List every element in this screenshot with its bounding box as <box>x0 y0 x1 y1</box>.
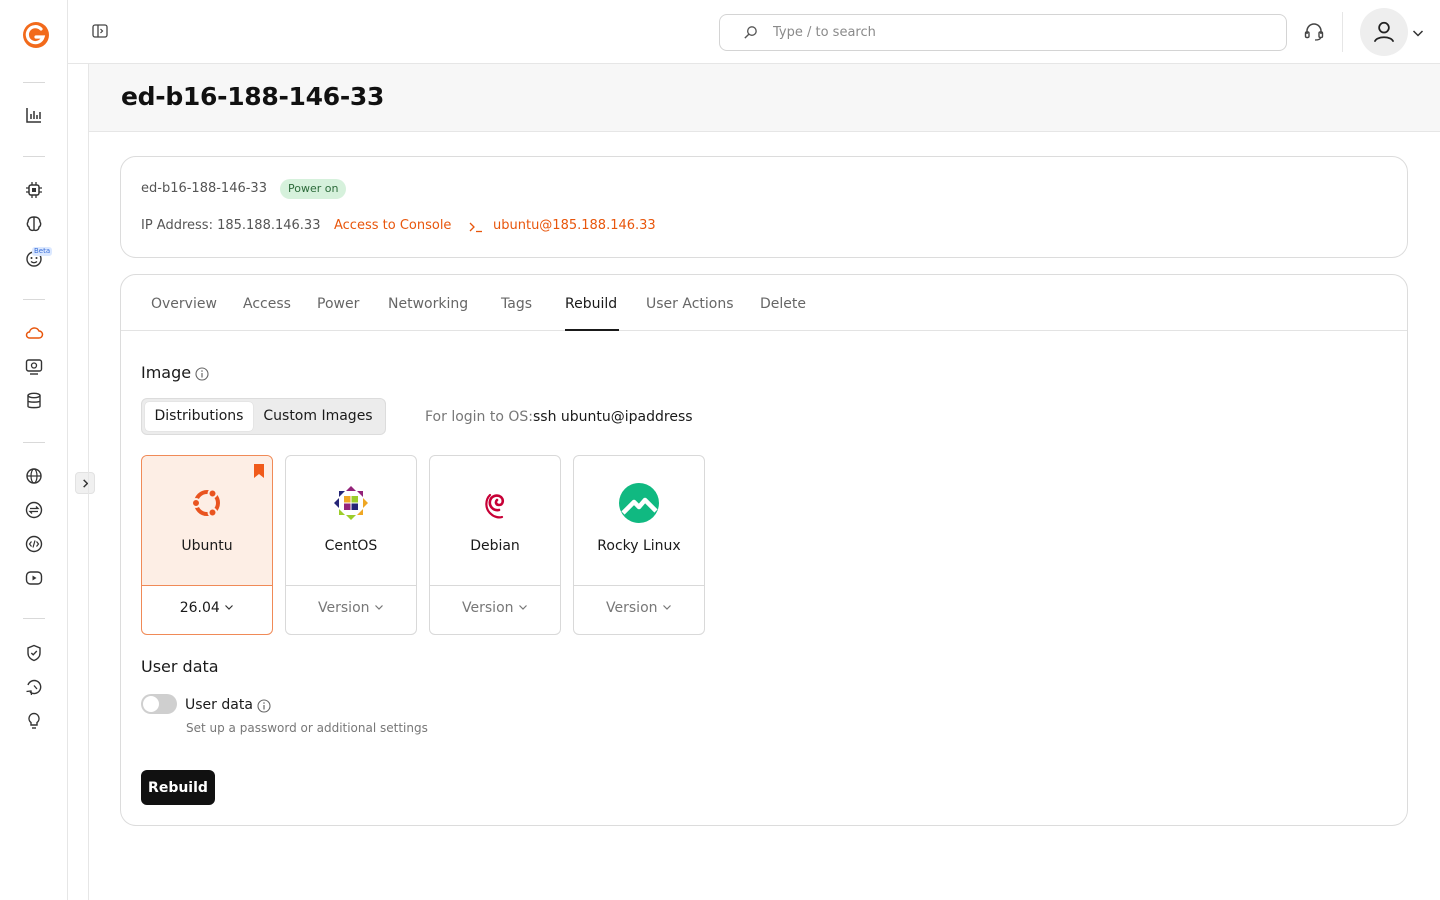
sidebar-expand-button[interactable] <box>75 472 95 494</box>
tab-access[interactable]: Access <box>243 296 291 312</box>
content-border <box>88 132 89 900</box>
ip-address: IP Address: 185.188.146.33 <box>141 218 321 233</box>
os-name: CentOS <box>324 538 378 554</box>
user-data-section-title: User data <box>141 657 219 676</box>
header-divider <box>1342 12 1343 52</box>
segment-custom-images[interactable]: Custom Images <box>256 402 380 431</box>
media-icon[interactable] <box>22 566 46 590</box>
user-data-hint: Set up a password or additional settings <box>186 721 428 735</box>
server-detail-card: Overview Access Power Networking Tags Re… <box>120 274 1408 826</box>
status-badge: Power on <box>280 179 347 199</box>
database-icon[interactable] <box>22 389 46 413</box>
login-command: ssh ubuntu@ipaddress <box>533 409 693 425</box>
search-box <box>719 14 1287 51</box>
cloud-icon[interactable] <box>22 321 46 345</box>
tab-bar: Overview Access Power Networking Tags Re… <box>121 275 1407 331</box>
globe-icon[interactable] <box>22 464 46 488</box>
sidebar-divider <box>23 82 45 83</box>
monitor-icon[interactable] <box>22 355 46 379</box>
server-hostname: ed-b16-188-146-33 <box>141 181 267 196</box>
os-card-debian[interactable]: Debian Version <box>429 455 561 635</box>
rebuild-button[interactable]: Rebuild <box>141 770 215 805</box>
transfer-icon[interactable] <box>22 498 46 522</box>
support-headset-icon[interactable] <box>1302 20 1326 44</box>
segment-distributions[interactable]: Distributions <box>145 402 253 431</box>
ubuntu-logo-icon <box>191 488 220 518</box>
server-info-card: ed-b16-188-146-33 Power on IP Address: 1… <box>120 156 1408 258</box>
sidebar: Beta <box>0 0 68 900</box>
login-hint-label: For login to OS: <box>425 409 534 425</box>
tab-power[interactable]: Power <box>317 296 359 312</box>
ssh-link[interactable]: ubuntu@185.188.146.33 <box>493 218 656 233</box>
logo-icon[interactable] <box>22 21 50 49</box>
toggle-knob <box>143 696 159 712</box>
recovery-icon[interactable] <box>22 675 46 699</box>
bookmark-icon <box>254 464 264 478</box>
os-card-header: Ubuntu <box>142 456 272 586</box>
centos-logo-icon <box>334 486 368 520</box>
terminal-icon <box>468 219 484 233</box>
panel-toggle-icon[interactable] <box>90 21 110 41</box>
page-title: ed-b16-188-146-33 <box>121 82 385 111</box>
tab-overview[interactable]: Overview <box>151 296 217 312</box>
os-card-centos[interactable]: CentOS Version <box>285 455 417 635</box>
user-data-label: User data <box>185 697 253 713</box>
sidebar-divider <box>23 299 45 300</box>
brain-icon[interactable] <box>22 212 46 236</box>
page-header: ed-b16-188-146-33 <box>88 64 1440 132</box>
sidebar-divider <box>23 156 45 157</box>
image-section-title: Image <box>141 363 192 382</box>
chevron-down-icon[interactable] <box>1411 25 1425 39</box>
active-tab-indicator <box>565 329 619 331</box>
debian-logo-icon <box>485 493 505 519</box>
tab-tags[interactable]: Tags <box>501 296 532 312</box>
search-icon <box>744 26 757 39</box>
info-icon[interactable] <box>257 698 271 713</box>
os-version-select[interactable]: 26.04 <box>142 600 272 616</box>
os-card-rocky-linux[interactable]: Rocky Linux Version <box>573 455 705 635</box>
os-card-ubuntu[interactable]: Ubuntu 26.04 <box>141 455 273 635</box>
bulb-icon[interactable] <box>22 709 46 733</box>
rocky-linux-logo-icon <box>619 483 659 523</box>
os-name: Ubuntu <box>181 538 233 554</box>
tab-user-actions[interactable]: User Actions <box>646 296 734 312</box>
tab-rebuild[interactable]: Rebuild <box>565 296 617 312</box>
chevron-down-icon <box>519 605 527 610</box>
sidebar-divider <box>23 618 45 619</box>
chevron-down-icon <box>663 605 671 610</box>
os-version-value: Version <box>318 600 370 616</box>
code-icon[interactable] <box>22 532 46 556</box>
info-icon[interactable] <box>195 366 209 381</box>
sidebar-divider <box>23 442 45 443</box>
tab-networking[interactable]: Networking <box>388 296 468 312</box>
chevron-down-icon <box>225 605 234 610</box>
os-version-value: 26.04 <box>179 600 220 616</box>
os-version-value: Version <box>462 600 514 616</box>
user-data-toggle[interactable] <box>141 694 177 714</box>
topbar <box>68 0 1440 64</box>
os-name: Rocky Linux <box>597 538 681 554</box>
shield-icon[interactable] <box>22 641 46 665</box>
chip-icon[interactable] <box>22 178 46 202</box>
beta-badge: Beta <box>32 247 53 256</box>
avatar[interactable] <box>1360 8 1408 56</box>
os-version-select[interactable]: Version <box>574 600 704 616</box>
user-icon <box>1373 21 1395 43</box>
os-version-select[interactable]: Version <box>430 600 560 616</box>
search-input[interactable] <box>773 25 1253 40</box>
os-card-header: Debian <box>430 456 560 586</box>
tab-delete[interactable]: Delete <box>760 296 806 312</box>
access-console-link[interactable]: Access to Console <box>334 218 451 233</box>
chevron-down-icon <box>375 605 383 610</box>
image-source-toggle: Distributions Custom Images <box>141 398 386 435</box>
os-version-value: Version <box>606 600 658 616</box>
analytics-icon[interactable] <box>22 103 46 127</box>
os-version-select[interactable]: Version <box>286 600 416 616</box>
os-card-header: Rocky Linux <box>574 456 704 586</box>
os-name: Debian <box>470 538 520 554</box>
os-card-header: CentOS <box>286 456 416 586</box>
